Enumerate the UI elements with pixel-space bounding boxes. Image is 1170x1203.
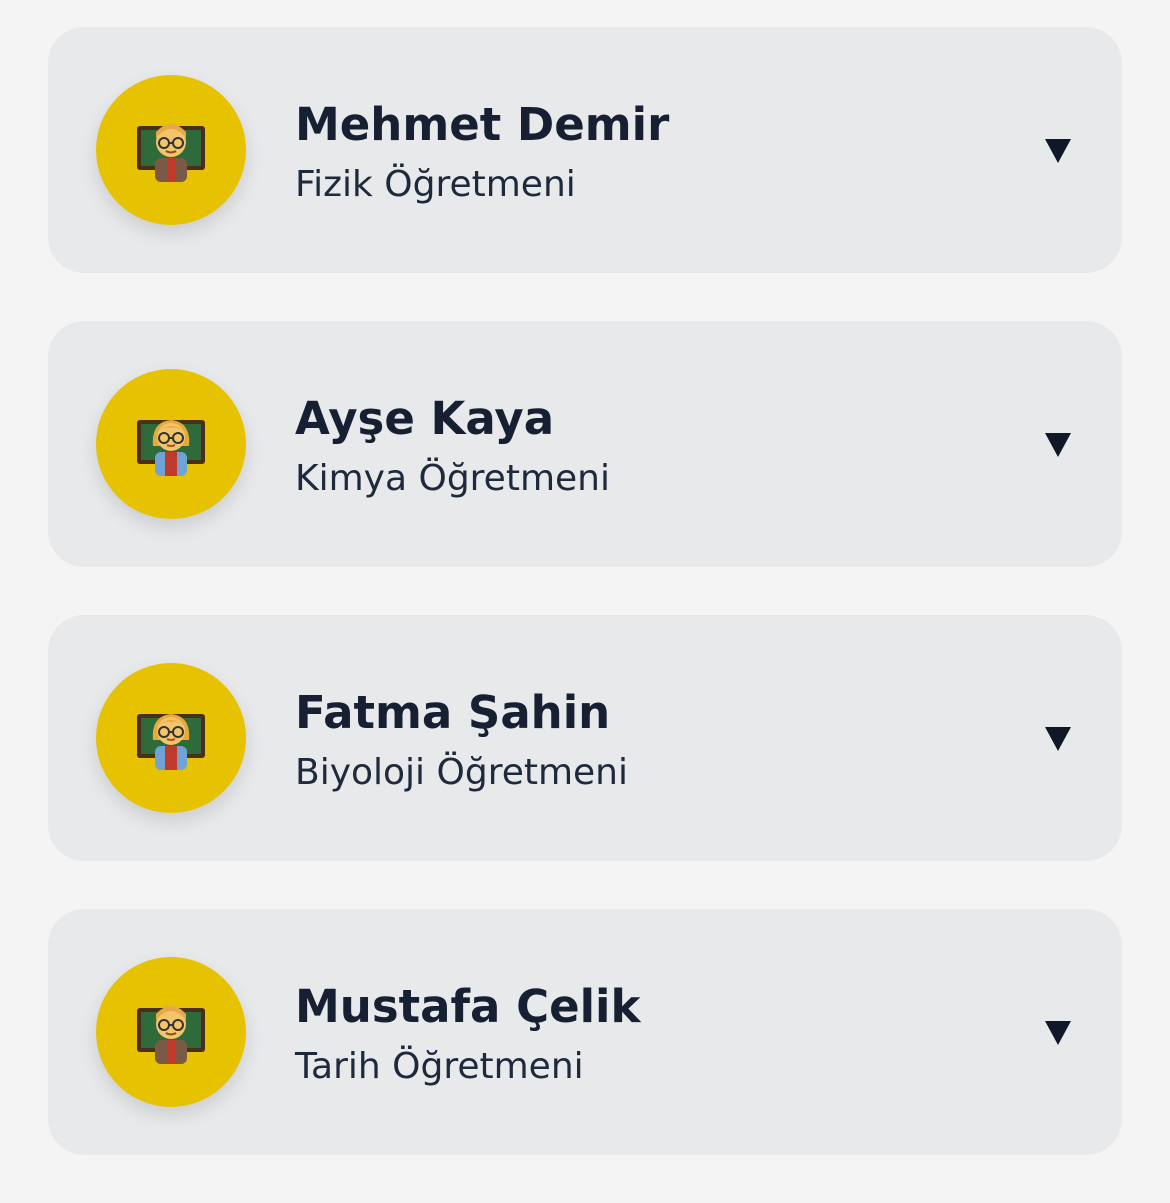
teacher-role: Kimya Öğretmeni: [295, 458, 610, 499]
teacher-name: Fatma Şahin: [295, 686, 611, 739]
woman-teacher-icon: [137, 420, 205, 476]
caret-down-icon[interactable]: [1044, 137, 1072, 165]
teacher-card[interactable]: Ayşe Kaya Kimya Öğretmeni: [48, 321, 1122, 567]
teacher-list: Mehmet Demir Fizik Öğretmeni Ayşe Kaya K…: [48, 27, 1122, 1203]
caret-down-icon[interactable]: [1044, 1019, 1072, 1047]
man-teacher-icon: [137, 1006, 205, 1064]
teacher-avatar: [96, 75, 246, 225]
teacher-name: Mehmet Demir: [295, 98, 670, 151]
teacher-card[interactable]: Mehmet Demir Fizik Öğretmeni: [48, 27, 1122, 273]
teacher-avatar: [96, 957, 246, 1107]
caret-down-icon[interactable]: [1044, 431, 1072, 459]
man-teacher-icon: [137, 124, 205, 182]
teacher-card[interactable]: Mustafa Çelik Tarih Öğretmeni: [48, 909, 1122, 1155]
teacher-role: Biyoloji Öğretmeni: [295, 752, 628, 793]
caret-down-icon[interactable]: [1044, 725, 1072, 753]
woman-teacher-icon: [137, 714, 205, 770]
teacher-card[interactable]: Fatma Şahin Biyoloji Öğretmeni: [48, 615, 1122, 861]
teacher-role: Fizik Öğretmeni: [295, 164, 576, 205]
teacher-role: Tarih Öğretmeni: [295, 1046, 584, 1087]
teacher-avatar: [96, 369, 246, 519]
teacher-avatar: [96, 663, 246, 813]
teacher-name: Ayşe Kaya: [295, 392, 555, 445]
teacher-name: Mustafa Çelik: [295, 980, 641, 1033]
